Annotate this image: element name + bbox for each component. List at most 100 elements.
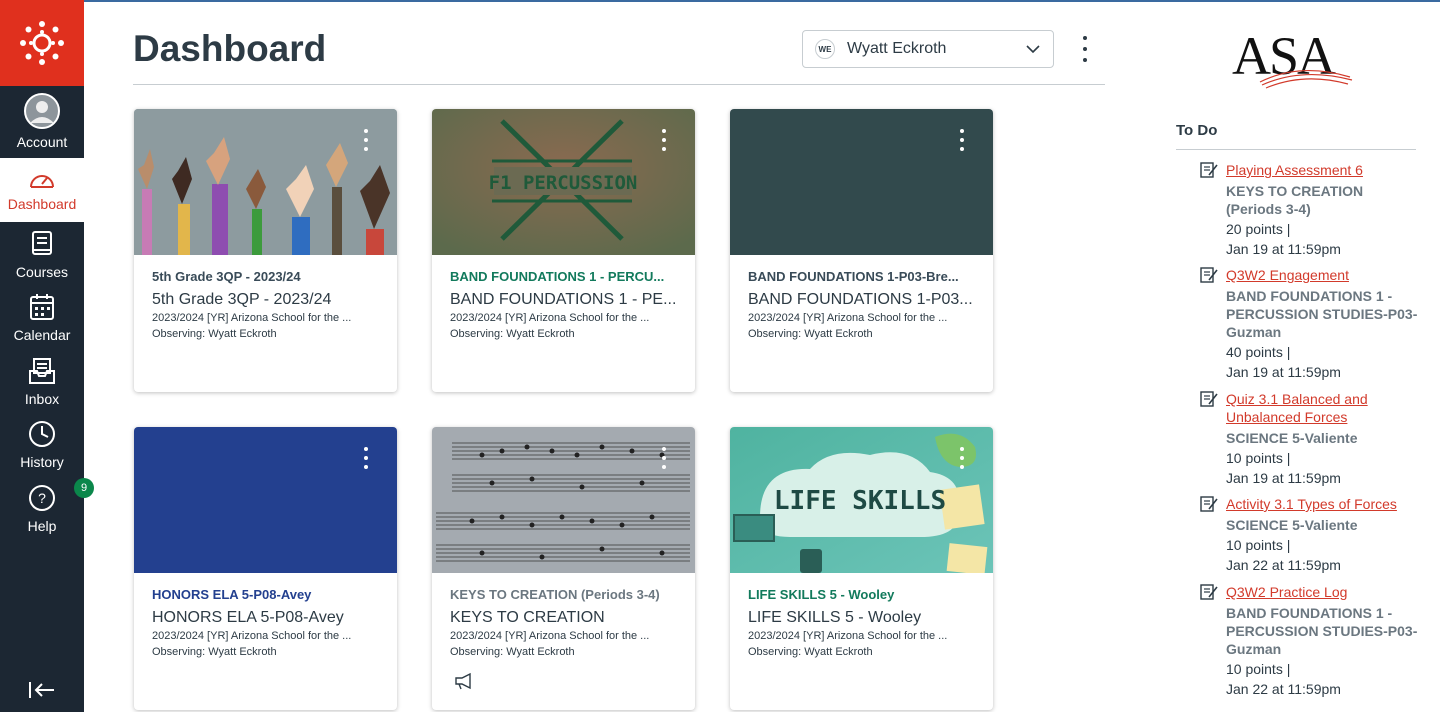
course-code[interactable]: LIFE SKILLS 5 - Wooley — [748, 587, 978, 602]
card-menu-button[interactable] — [363, 129, 369, 151]
page-title: Dashboard — [133, 28, 327, 69]
course-code[interactable]: BAND FOUNDATIONS 1 - PERCU... — [450, 269, 680, 284]
help-badge: 9 — [74, 478, 94, 498]
dashboard-options-button[interactable] — [1075, 36, 1095, 62]
announcements-button[interactable] — [454, 672, 474, 695]
course-observing: Observing: Wyatt Eckroth — [748, 646, 873, 658]
quiz-icon — [1200, 391, 1218, 407]
course-card-hero[interactable] — [134, 109, 397, 255]
card-menu-button[interactable] — [661, 447, 667, 469]
course-term: 2023/2024 [YR] Arizona School for the ..… — [152, 630, 352, 642]
megaphone-icon — [455, 672, 471, 690]
nav-history[interactable]: History — [0, 418, 84, 480]
chevron-down-icon — [1026, 45, 1040, 54]
todo-item: Q3W2 Engagement BAND FOUNDATIONS 1 - PER… — [1200, 266, 1420, 381]
course-card[interactable]: KEYS TO CREATION (Periods 3-4) KEYS TO C… — [432, 427, 695, 710]
collapse-arrow-icon — [29, 682, 54, 698]
course-name: 5th Grade 3QP - 2023/24 — [152, 291, 332, 308]
todo-points: 10 points | — [1226, 661, 1291, 677]
global-nav: Account Dashboard Courses Calendar Inbox… — [0, 0, 94, 712]
course-code[interactable]: KEYS TO CREATION (Periods 3-4) — [450, 587, 680, 602]
sheet-music-image — [432, 427, 695, 573]
course-name: HONORS ELA 5-P08-Avey — [152, 609, 344, 626]
todo-link[interactable]: Q3W2 Engagement — [1226, 266, 1420, 284]
card-menu-button[interactable] — [959, 129, 965, 151]
nav-account[interactable]: Account — [0, 92, 84, 154]
todo-due: Jan 22 at 11:59pm — [1226, 557, 1341, 573]
inbox-icon — [29, 358, 55, 384]
course-code[interactable]: HONORS ELA 5-P08-Avey — [152, 587, 382, 602]
card-menu-button[interactable] — [363, 447, 369, 469]
course-name: LIFE SKILLS 5 - Wooley — [748, 609, 922, 626]
todo-item: Activity 3.1 Types of Forces SCIENCE 5-V… — [1200, 495, 1420, 574]
card-menu-button[interactable] — [959, 447, 965, 469]
nav-courses[interactable]: Courses — [0, 228, 84, 290]
course-term: 2023/2024 [YR] Arizona School for the ..… — [450, 312, 650, 324]
todo-item: Q3W2 Practice Log BAND FOUNDATIONS 1 - P… — [1200, 583, 1420, 698]
nav-history-label: History — [20, 454, 64, 470]
course-card[interactable]: LIFE SKILLS LIFE SKILLS 5 - Wooley LIFE … — [730, 427, 993, 710]
todo-points: 20 points | — [1226, 221, 1291, 237]
todo-course: BAND FOUNDATIONS 1 - PERCUSSION STUDIES-… — [1226, 605, 1418, 657]
course-code[interactable]: BAND FOUNDATIONS 1-P03-Bre... — [748, 269, 978, 284]
course-observing: Observing: Wyatt Eckroth — [450, 646, 575, 658]
nav-calendar-label: Calendar — [13, 327, 71, 343]
course-card[interactable]: HONORS ELA 5-P08-Avey HONORS ELA 5-P08-A… — [134, 427, 397, 710]
school-logo: ASA — [1230, 22, 1360, 97]
todo-course: SCIENCE 5-Valiente — [1226, 430, 1358, 446]
todo-item: Quiz 3.1 Balanced and Unbalanced Forces … — [1200, 390, 1420, 487]
course-term: 2023/2024 [YR] Arizona School for the ..… — [748, 630, 948, 642]
todo-link[interactable]: Q3W2 Practice Log — [1226, 583, 1420, 601]
course-card-hero[interactable] — [432, 427, 695, 573]
course-card[interactable]: F1 PERCUSSION BAND FOUNDATIONS 1 - PERCU… — [432, 109, 695, 392]
course-term: 2023/2024 [YR] Arizona School for the ..… — [152, 312, 352, 324]
nav-account-label: Account — [16, 134, 68, 150]
todo-course: SCIENCE 5-Valiente — [1226, 517, 1358, 533]
todo-due: Jan 22 at 11:59pm — [1226, 681, 1341, 697]
observer-avatar: WE — [815, 39, 835, 59]
nav-help-label: Help — [27, 518, 57, 534]
nav-dashboard[interactable]: Dashboard — [0, 158, 84, 222]
course-card-hero[interactable]: F1 PERCUSSION — [432, 109, 695, 255]
course-name: BAND FOUNDATIONS 1-P03... — [748, 291, 973, 308]
hero-text: F1 PERCUSSION — [489, 172, 638, 194]
canvas-logo-icon — [20, 21, 64, 65]
course-observing: Observing: Wyatt Eckroth — [450, 328, 575, 340]
card-menu-button[interactable] — [661, 129, 667, 151]
todo-link[interactable]: Quiz 3.1 Balanced and Unbalanced Forces — [1226, 390, 1420, 426]
canvas-logo[interactable] — [0, 0, 84, 86]
course-observing: Observing: Wyatt Eckroth — [152, 328, 277, 340]
collapse-nav-button[interactable] — [28, 680, 56, 705]
todo-item: Playing Assessment 6 KEYS TO CREATION (P… — [1200, 161, 1420, 258]
nav-help[interactable]: ? 9 Help — [0, 478, 94, 544]
todo-link[interactable]: Playing Assessment 6 — [1226, 161, 1420, 179]
course-name: KEYS TO CREATION — [450, 609, 605, 626]
nav-inbox[interactable]: Inbox — [0, 355, 84, 417]
todo-points: 40 points | — [1226, 344, 1291, 360]
course-code[interactable]: 5th Grade 3QP - 2023/24 — [152, 269, 382, 284]
dashboard-icon — [30, 175, 54, 188]
todo-points: 10 points | — [1226, 537, 1291, 553]
todo-heading: To Do — [1176, 122, 1218, 139]
course-card[interactable]: BAND FOUNDATIONS 1-P03-Bre... BAND FOUND… — [730, 109, 993, 392]
course-term: 2023/2024 [YR] Arizona School for the ..… — [748, 312, 948, 324]
courses-icon — [32, 231, 52, 255]
todo-points: 10 points | — [1226, 450, 1291, 466]
observer-name: Wyatt Eckroth — [847, 40, 947, 57]
course-term: 2023/2024 [YR] Arizona School for the ..… — [450, 630, 650, 642]
svg-text:?: ? — [38, 490, 46, 506]
header-divider — [133, 84, 1105, 85]
calendar-icon — [30, 294, 54, 320]
todo-link[interactable]: Activity 3.1 Types of Forces — [1226, 495, 1420, 513]
observer-select[interactable]: WE Wyatt Eckroth — [802, 30, 1054, 68]
nav-calendar[interactable]: Calendar — [0, 291, 84, 353]
todo-divider — [1176, 149, 1416, 150]
course-card[interactable]: 5th Grade 3QP - 2023/24 5th Grade 3QP - … — [134, 109, 397, 392]
course-card-hero[interactable] — [730, 109, 993, 255]
course-card-hero[interactable]: LIFE SKILLS — [730, 427, 993, 575]
todo-course: BAND FOUNDATIONS 1 - PERCUSSION STUDIES-… — [1226, 288, 1418, 340]
course-observing: Observing: Wyatt Eckroth — [152, 646, 277, 658]
assignment-icon — [1200, 267, 1218, 283]
course-name: BAND FOUNDATIONS 1 - PE... — [450, 291, 677, 308]
course-card-hero[interactable] — [134, 427, 397, 573]
